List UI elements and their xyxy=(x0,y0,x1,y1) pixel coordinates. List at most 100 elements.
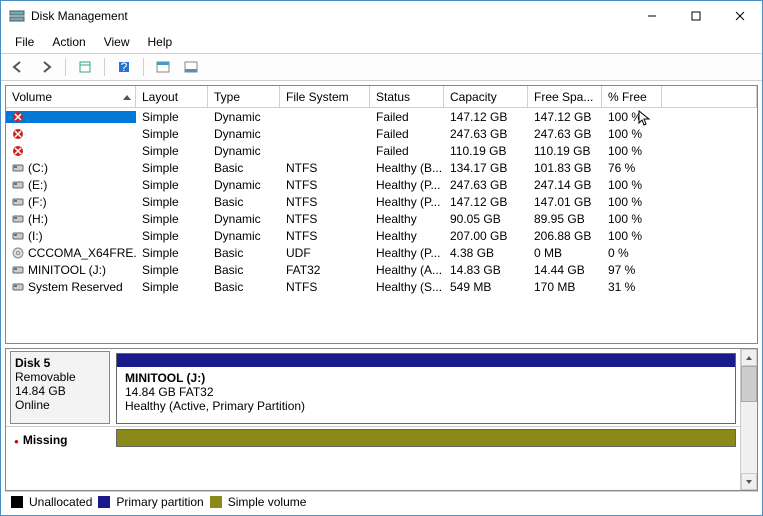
cell-fs: NTFS xyxy=(280,195,370,209)
disk-row[interactable]: Disk 5 Removable 14.84 GB Online MINITOO… xyxy=(6,349,740,427)
menu-file[interactable]: File xyxy=(7,33,42,51)
view-top-button[interactable] xyxy=(152,56,174,78)
close-button[interactable] xyxy=(718,1,762,31)
missing-disk-row[interactable]: Missing xyxy=(6,427,740,453)
table-row[interactable]: SimpleDynamicFailed247.63 GB247.63 GB100… xyxy=(6,125,757,142)
cell-type: Basic xyxy=(208,195,280,209)
cell-pct: 100 % xyxy=(602,212,662,226)
menu-help[interactable]: Help xyxy=(140,33,181,51)
swatch-unallocated xyxy=(11,496,23,508)
column-layout[interactable]: Layout xyxy=(136,86,208,107)
volume-status: Healthy (Active, Primary Partition) xyxy=(125,399,727,413)
cell-free: 14.44 GB xyxy=(528,263,602,277)
legend-simple: Simple volume xyxy=(228,495,307,509)
table-row[interactable]: (I:)SimpleDynamicNTFSHealthy207.00 GB206… xyxy=(6,227,757,244)
settings-button[interactable] xyxy=(74,56,96,78)
cell-layout: Simple xyxy=(136,212,208,226)
table-row[interactable]: SimpleDynamicFailed147.12 GB147.12 GB100… xyxy=(6,108,757,125)
cell-pct: 100 % xyxy=(602,110,662,124)
cell-layout: Simple xyxy=(136,195,208,209)
table-row[interactable]: (H:)SimpleDynamicNTFSHealthy90.05 GB89.9… xyxy=(6,210,757,227)
help-button[interactable]: ? xyxy=(113,56,135,78)
table-row[interactable]: CCCOMA_X64FRE...SimpleBasicUDFHealthy (P… xyxy=(6,244,757,261)
cell-type: Basic xyxy=(208,161,280,175)
vertical-scrollbar[interactable] xyxy=(740,349,757,490)
disk-header[interactable]: Disk 5 Removable 14.84 GB Online xyxy=(10,351,110,424)
content-area: Volume Layout Type File System Status Ca… xyxy=(1,81,762,515)
table-row[interactable]: (C:)SimpleBasicNTFSHealthy (B...134.17 G… xyxy=(6,159,757,176)
cell-pct: 31 % xyxy=(602,280,662,294)
column-spacer xyxy=(662,86,757,107)
column-capacity[interactable]: Capacity xyxy=(444,86,528,107)
table-row[interactable]: System ReservedSimpleBasicNTFSHealthy (S… xyxy=(6,278,757,295)
column-pctfree[interactable]: % Free xyxy=(602,86,662,107)
cell-capacity: 247.63 GB xyxy=(444,127,528,141)
cell-layout: Simple xyxy=(136,263,208,277)
cell-status: Healthy (P... xyxy=(370,178,444,192)
cell-layout: Simple xyxy=(136,110,208,124)
cell-capacity: 4.38 GB xyxy=(444,246,528,260)
volume-icon xyxy=(12,281,24,293)
forward-button[interactable] xyxy=(35,56,57,78)
table-row[interactable]: (E:)SimpleDynamicNTFSHealthy (P...247.63… xyxy=(6,176,757,193)
cell-layout: Simple xyxy=(136,161,208,175)
cell-status: Healthy (P... xyxy=(370,246,444,260)
column-status[interactable]: Status xyxy=(370,86,444,107)
cell-pct: 76 % xyxy=(602,161,662,175)
volume-color-bar xyxy=(117,354,735,367)
toolbar: ? xyxy=(1,53,762,81)
cell-volume: (F:) xyxy=(28,195,47,209)
minimize-button[interactable] xyxy=(630,1,674,31)
menu-view[interactable]: View xyxy=(96,33,138,51)
cell-volume: CCCOMA_X64FRE... xyxy=(28,246,136,260)
table-row[interactable]: SimpleDynamicFailed110.19 GB110.19 GB100… xyxy=(6,142,757,159)
cell-status: Failed xyxy=(370,110,444,124)
cell-status: Healthy (A... xyxy=(370,263,444,277)
cell-free: 89.95 GB xyxy=(528,212,602,226)
cell-capacity: 14.83 GB xyxy=(444,263,528,277)
missing-volume-bar[interactable] xyxy=(117,430,735,446)
table-row[interactable]: (F:)SimpleBasicNTFSHealthy (P...147.12 G… xyxy=(6,193,757,210)
column-filesystem[interactable]: File System xyxy=(280,86,370,107)
cell-free: 206.88 GB xyxy=(528,229,602,243)
toolbar-separator xyxy=(104,58,105,76)
legend: Unallocated Primary partition Simple vol… xyxy=(5,491,758,511)
volume-block[interactable]: MINITOOL (J:) 14.84 GB FAT32 Healthy (Ac… xyxy=(116,353,736,424)
scroll-down-button[interactable] xyxy=(741,473,757,490)
cell-capacity: 207.00 GB xyxy=(444,229,528,243)
cell-volume: (H:) xyxy=(28,212,48,226)
cell-capacity: 147.12 GB xyxy=(444,195,528,209)
cell-status: Failed xyxy=(370,127,444,141)
cell-free: 247.63 GB xyxy=(528,127,602,141)
cell-free: 147.12 GB xyxy=(528,110,602,124)
column-volume[interactable]: Volume xyxy=(6,86,136,107)
volume-icon xyxy=(12,264,24,276)
volume-icon xyxy=(12,247,24,259)
column-freespace[interactable]: Free Spa... xyxy=(528,86,602,107)
disk-size: 14.84 GB xyxy=(15,384,105,398)
menu-action[interactable]: Action xyxy=(44,33,93,51)
view-bottom-button[interactable] xyxy=(180,56,202,78)
window-title: Disk Management xyxy=(31,9,630,23)
volume-icon xyxy=(12,179,24,191)
cell-fs: NTFS xyxy=(280,229,370,243)
cell-free: 110.19 GB xyxy=(528,144,602,158)
scroll-up-button[interactable] xyxy=(741,349,757,366)
volume-info: 14.84 GB FAT32 xyxy=(125,385,727,399)
cell-pct: 100 % xyxy=(602,229,662,243)
cell-free: 170 MB xyxy=(528,280,602,294)
maximize-button[interactable] xyxy=(674,1,718,31)
legend-unallocated: Unallocated xyxy=(29,495,92,509)
cell-capacity: 147.12 GB xyxy=(444,110,528,124)
disk-type: Removable xyxy=(15,370,105,384)
scroll-thumb[interactable] xyxy=(741,366,757,402)
cell-capacity: 247.63 GB xyxy=(444,178,528,192)
cell-capacity: 134.17 GB xyxy=(444,161,528,175)
volume-list[interactable]: Volume Layout Type File System Status Ca… xyxy=(5,85,758,344)
cell-free: 101.83 GB xyxy=(528,161,602,175)
cell-capacity: 549 MB xyxy=(444,280,528,294)
back-button[interactable] xyxy=(7,56,29,78)
table-row[interactable]: MINITOOL (J:)SimpleBasicFAT32Healthy (A.… xyxy=(6,261,757,278)
cell-fs: FAT32 xyxy=(280,263,370,277)
column-type[interactable]: Type xyxy=(208,86,280,107)
